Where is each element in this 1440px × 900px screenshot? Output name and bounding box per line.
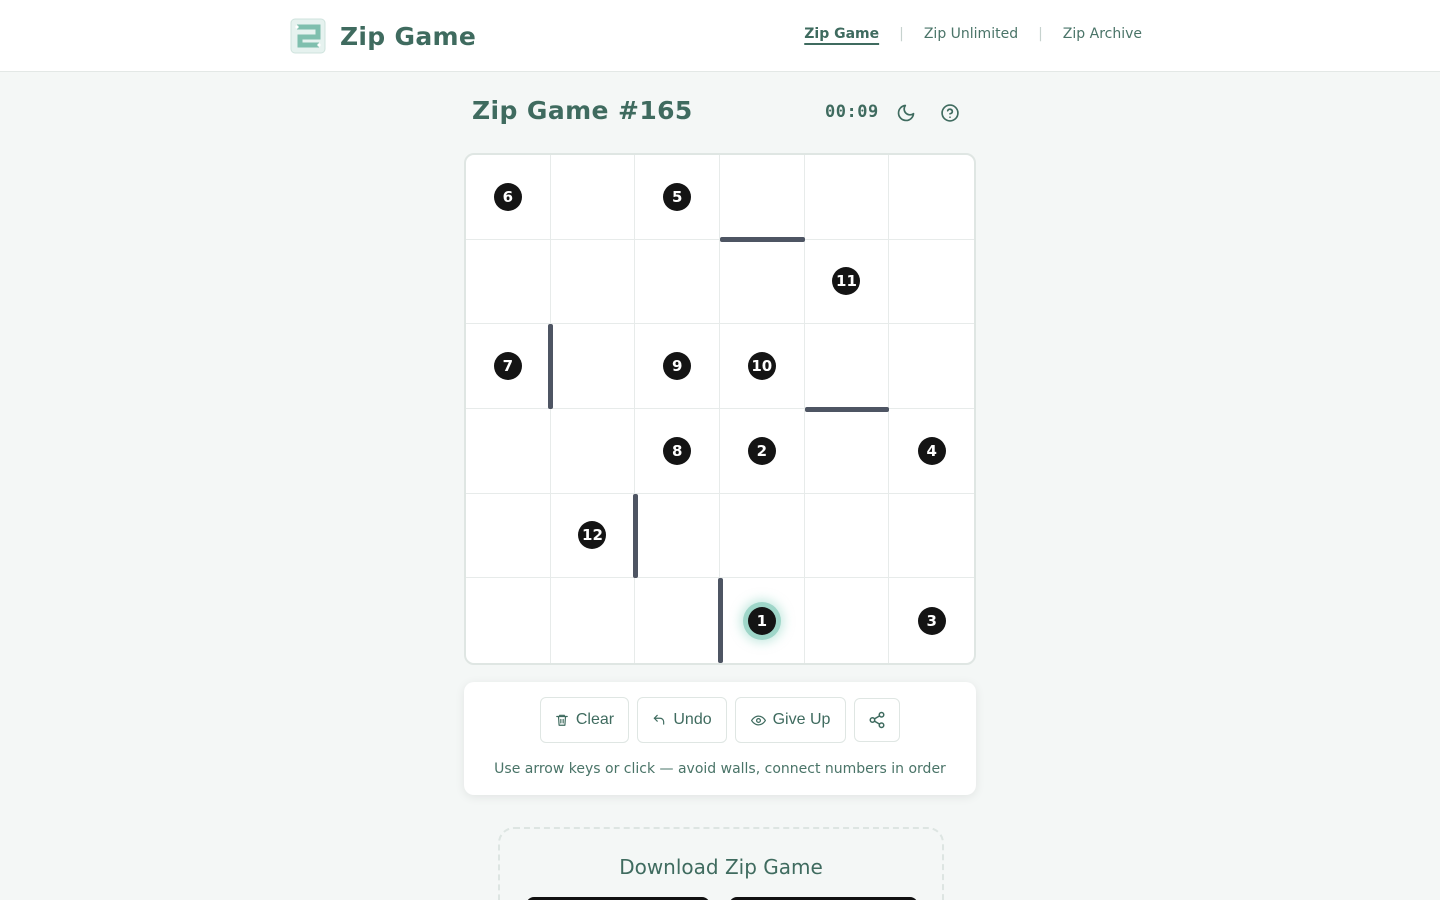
undo-button-label: Undo bbox=[673, 711, 712, 728]
share-icon bbox=[869, 711, 885, 729]
download-title: Download Zip Game bbox=[619, 855, 823, 879]
grid-cell[interactable] bbox=[719, 239, 805, 325]
horizontal-wall bbox=[720, 237, 805, 243]
grid-cell[interactable] bbox=[889, 240, 974, 325]
number-badge: 12 bbox=[578, 521, 607, 550]
grid-cell[interactable]: 7 bbox=[466, 324, 551, 409]
grid-cell[interactable] bbox=[719, 493, 805, 579]
grid-cell[interactable] bbox=[804, 155, 890, 240]
start-number-badge: 1 bbox=[747, 606, 776, 635]
trash-icon bbox=[556, 714, 568, 726]
number-badge: 8 bbox=[663, 436, 692, 465]
controls-panel: Clear Undo Give Up Use arrow keys or cli… bbox=[464, 682, 976, 795]
help-button[interactable] bbox=[936, 99, 964, 127]
game-board: 6 5 11 7 9 10 8 2 4 12 1 3 bbox=[464, 153, 976, 665]
grid-cell[interactable] bbox=[635, 493, 720, 579]
grid-cell[interactable]: 4 bbox=[889, 409, 974, 494]
grid-cell[interactable]: 3 bbox=[889, 578, 974, 663]
grid-cell[interactable] bbox=[889, 494, 974, 579]
grid-cell[interactable] bbox=[804, 324, 890, 409]
eye-icon bbox=[750, 715, 766, 725]
nav-link-zip-game[interactable]: Zip Game bbox=[804, 26, 879, 42]
vertical-wall bbox=[632, 493, 638, 579]
number-badge: 10 bbox=[747, 352, 776, 381]
top-header: Zip Game Zip Game | Zip Unlimited | Zip … bbox=[0, 0, 1440, 72]
grid-cell[interactable] bbox=[551, 578, 636, 663]
zip-logo-icon bbox=[290, 18, 326, 54]
nav-link-zip-archive[interactable]: Zip Archive bbox=[1063, 26, 1142, 42]
grid-cell[interactable] bbox=[805, 578, 890, 663]
brand[interactable]: Zip Game bbox=[290, 18, 476, 54]
give-up-button[interactable]: Give Up bbox=[735, 697, 846, 743]
grid-cell[interactable] bbox=[635, 578, 720, 663]
grid-cell[interactable]: 9 bbox=[635, 324, 720, 409]
page-title: Zip Game #165 bbox=[472, 96, 693, 125]
grid-cell[interactable]: 5 bbox=[635, 155, 720, 240]
number-badge: 2 bbox=[747, 436, 776, 465]
main-nav: Zip Game | Zip Unlimited | Zip Archive bbox=[804, 26, 1142, 42]
number-badge: 5 bbox=[663, 182, 692, 211]
vertical-wall bbox=[548, 324, 554, 409]
number-badge: 9 bbox=[663, 352, 692, 381]
nav-link-zip-unlimited[interactable]: Zip Unlimited bbox=[924, 26, 1018, 42]
grid-cell[interactable]: 12 bbox=[550, 493, 636, 579]
undo-icon bbox=[654, 714, 665, 725]
grid-cell[interactable] bbox=[466, 493, 551, 579]
grid-cell[interactable] bbox=[889, 155, 974, 240]
grid-cell[interactable] bbox=[550, 408, 636, 494]
grid-cell[interactable]: 8 bbox=[635, 408, 720, 494]
clear-button[interactable]: Clear bbox=[540, 697, 629, 743]
instructions-text: Use arrow keys or click — avoid walls, c… bbox=[494, 761, 946, 777]
grid-cell[interactable] bbox=[466, 578, 551, 663]
grid-cell[interactable] bbox=[550, 239, 636, 325]
grid-cell[interactable] bbox=[466, 239, 551, 325]
give-up-button-label: Give Up bbox=[772, 711, 831, 728]
help-circle-icon bbox=[941, 104, 959, 122]
grid-cell[interactable]: 11 bbox=[804, 239, 890, 325]
grid-cell[interactable] bbox=[804, 493, 890, 579]
grid-cell[interactable] bbox=[889, 324, 974, 409]
nav-separator: | bbox=[1038, 26, 1043, 42]
clear-button-label: Clear bbox=[575, 711, 615, 728]
nav-separator: | bbox=[899, 26, 904, 42]
vertical-wall bbox=[717, 578, 723, 663]
game-timer: 00:09 bbox=[825, 102, 879, 122]
grid-cell[interactable] bbox=[466, 408, 551, 494]
number-badge: 3 bbox=[917, 606, 946, 635]
grid-cell[interactable]: 10 bbox=[719, 324, 805, 409]
grid-cell[interactable] bbox=[719, 155, 805, 240]
number-badge: 6 bbox=[493, 182, 522, 211]
moon-icon bbox=[897, 104, 915, 122]
undo-button[interactable]: Undo bbox=[637, 697, 727, 743]
download-section: Download Zip Game bbox=[498, 827, 944, 900]
number-badge: 7 bbox=[493, 352, 522, 381]
grid-cell[interactable]: 2 bbox=[719, 408, 805, 494]
brand-name: Zip Game bbox=[340, 21, 477, 51]
grid-cell[interactable] bbox=[550, 155, 636, 240]
number-badge: 11 bbox=[832, 267, 861, 296]
horizontal-wall bbox=[804, 406, 890, 412]
grid-cell[interactable]: 1 bbox=[720, 578, 805, 663]
theme-toggle-button[interactable] bbox=[892, 99, 920, 127]
grid-cell[interactable] bbox=[550, 324, 636, 409]
grid-cell[interactable] bbox=[635, 239, 720, 325]
share-button[interactable] bbox=[854, 698, 900, 742]
grid-cell[interactable]: 6 bbox=[466, 155, 551, 240]
number-badge: 4 bbox=[917, 436, 946, 465]
grid-cell[interactable] bbox=[804, 408, 890, 494]
